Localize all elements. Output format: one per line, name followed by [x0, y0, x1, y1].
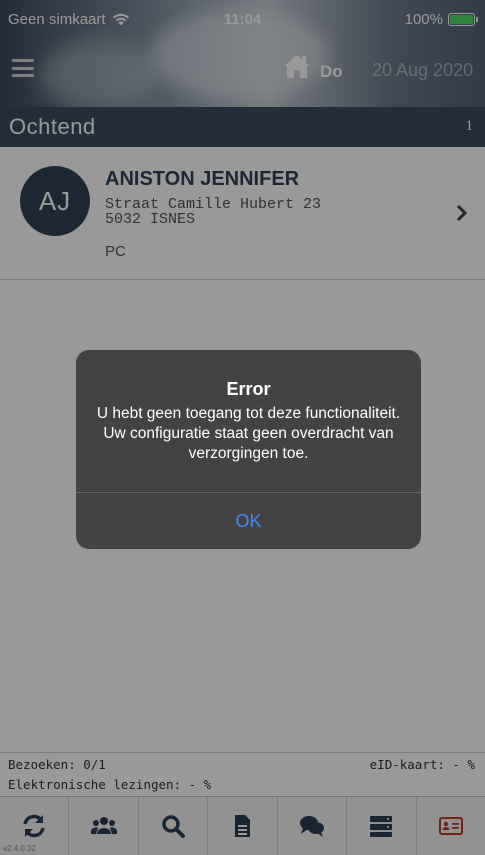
alert-title: Error [226, 379, 271, 399]
app-screen: Geen simkaart 11:04 100% Do 20 Aug 2020 … [0, 0, 485, 855]
error-alert-dialog: Error U hebt geen toegang tot deze funct… [76, 350, 421, 549]
ok-button[interactable]: OK [76, 493, 421, 549]
alert-message: U hebt geen toegang tot deze functionali… [96, 405, 401, 462]
